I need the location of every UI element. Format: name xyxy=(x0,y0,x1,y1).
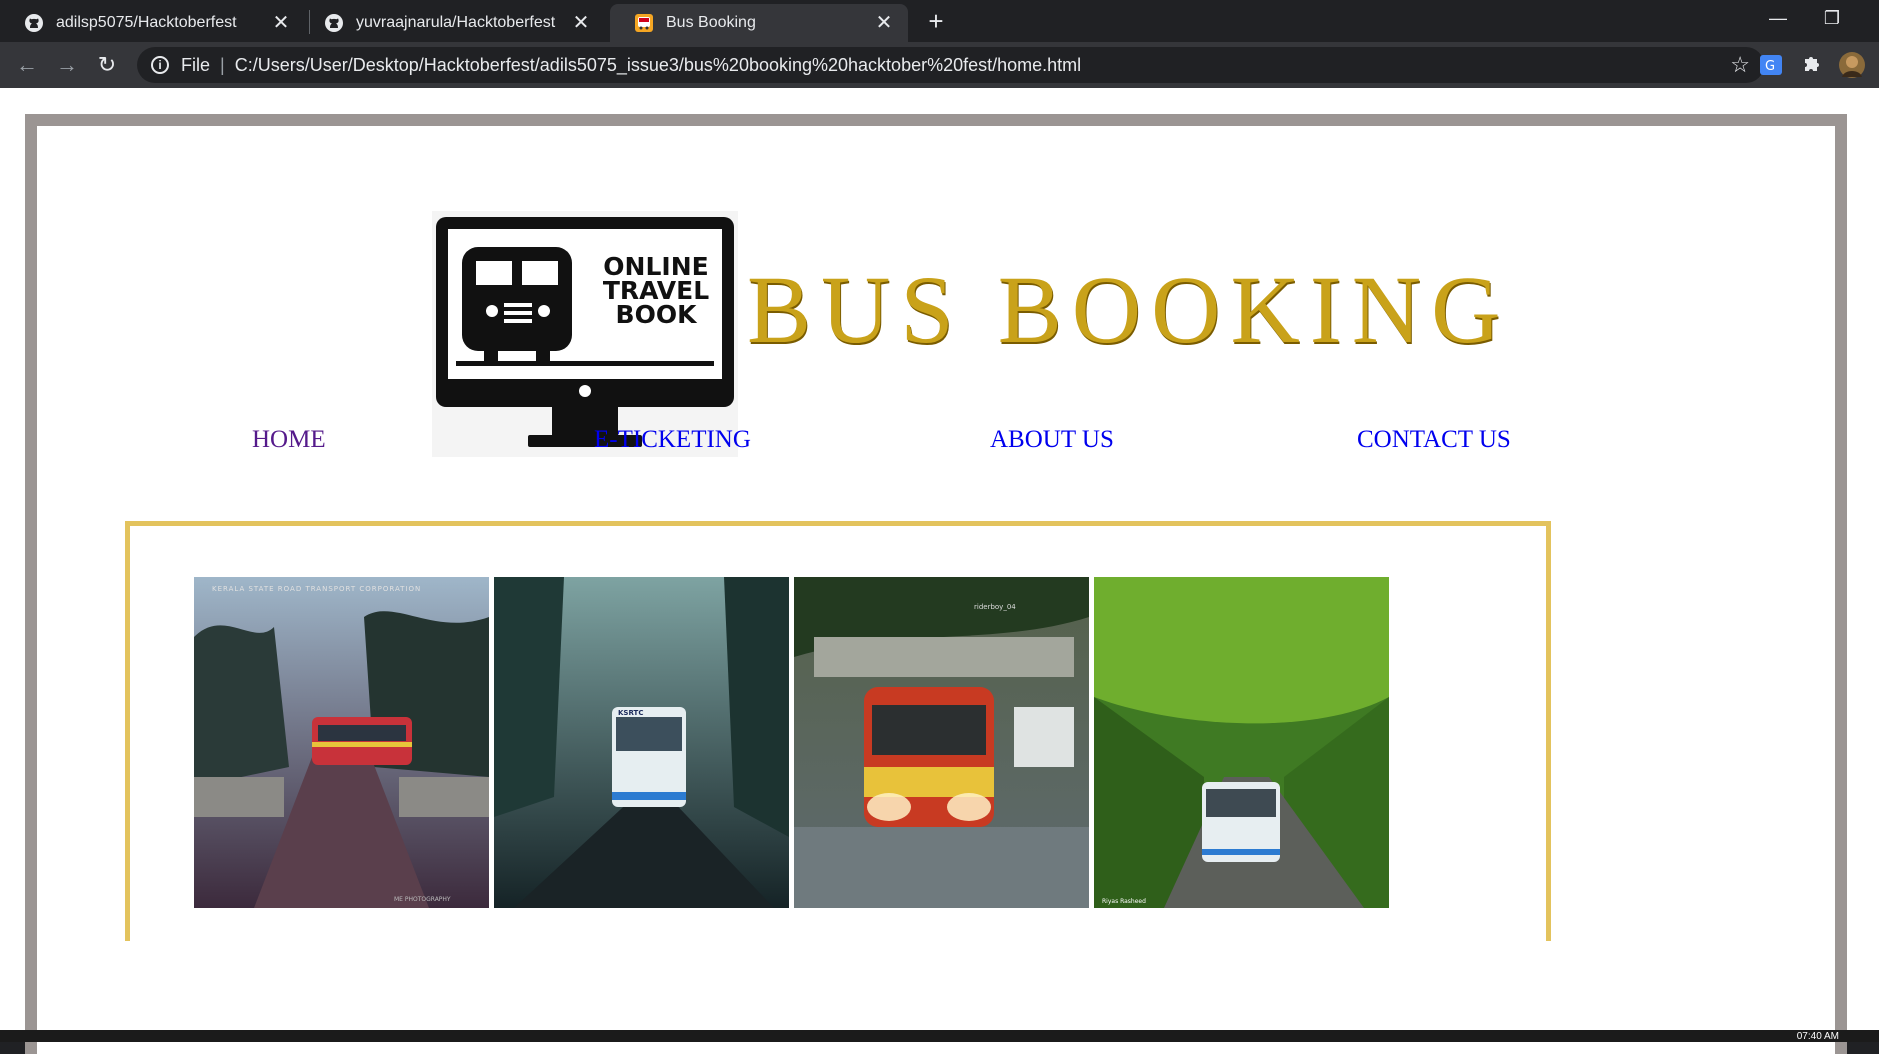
restore-button[interactable]: ❐ xyxy=(1812,4,1852,32)
online-travel-book-logo: ONLINE TRAVEL BOOK xyxy=(432,211,738,457)
address-separator: | xyxy=(220,54,225,75)
gallery-photo: riderboy_04 xyxy=(794,577,1089,908)
tab-yuvraajnarula[interactable]: yuvraajnarula/Hacktoberfest ✕ xyxy=(300,4,605,42)
photo-credit: riderboy_04 xyxy=(974,603,1016,611)
reload-icon[interactable]: ↻ xyxy=(92,50,122,80)
nav-link-home[interactable]: HOME xyxy=(252,426,326,454)
translate-extension-icon[interactable]: G xyxy=(1757,51,1785,79)
forward-arrow-icon[interactable]: → xyxy=(52,50,82,80)
nav-link-e-ticketing[interactable]: E-TICKETING xyxy=(594,426,751,454)
page-viewport: ONLINE TRAVEL BOOK BUS BOOKING HOME E-TI… xyxy=(0,88,1879,1054)
gallery-photo: KERALA STATE ROAD TRANSPORT CORPORATION … xyxy=(194,577,489,908)
back-arrow-icon[interactable]: ← xyxy=(12,50,42,80)
browser-tab-strip: adilsp5075/Hacktoberfest ✕ yuvraajnarula… xyxy=(0,0,1879,42)
nav-link-about-us[interactable]: ABOUT US xyxy=(990,426,1114,454)
photo-credit: Riyas Rasheed xyxy=(1102,898,1146,905)
profile-avatar[interactable] xyxy=(1838,51,1866,79)
tab-title: Bus Booking xyxy=(666,14,756,31)
brand-title: BUS BOOKING xyxy=(747,256,1511,363)
new-tab-button[interactable]: + xyxy=(922,7,950,35)
tab-bus-booking[interactable]: Bus Booking ✕ xyxy=(610,4,908,42)
windows-taskbar xyxy=(0,1030,1879,1042)
tab-adilsp5075[interactable]: adilsp5075/Hacktoberfest ✕ xyxy=(0,4,305,42)
github-icon xyxy=(24,13,44,33)
gallery-photo: Riyas Rasheed xyxy=(1094,577,1389,908)
tab-title: yuvraajnarula/Hacktoberfest xyxy=(356,14,556,31)
svg-text:G: G xyxy=(1765,59,1775,74)
bookmark-star-icon[interactable]: ☆ xyxy=(1730,52,1750,78)
info-icon[interactable]: i xyxy=(151,56,169,74)
logo-text-line: BOOK xyxy=(615,300,697,329)
close-tab-icon[interactable]: ✕ xyxy=(571,13,591,33)
bus-label: KSRTC xyxy=(618,709,643,717)
github-icon xyxy=(324,13,344,33)
photo-credit: ME PHOTOGRAPHY xyxy=(394,896,451,903)
browser-toolbar: ← → ↻ i File | C:/Users/User/Desktop/Hac… xyxy=(0,42,1879,88)
close-tab-icon[interactable]: ✕ xyxy=(271,13,291,33)
photo-caption: KERALA STATE ROAD TRANSPORT CORPORATION xyxy=(212,585,421,593)
address-bar[interactable]: i File | C:/Users/User/Desktop/Hacktober… xyxy=(137,47,1764,83)
logo-text: ONLINE TRAVEL BOOK xyxy=(596,254,716,329)
puzzle-extensions-icon[interactable] xyxy=(1797,51,1825,79)
bus-gallery: KERALA STATE ROAD TRANSPORT CORPORATION … xyxy=(125,521,1551,941)
url-text[interactable]: C:/Users/User/Desktop/Hacktoberfest/adil… xyxy=(235,55,1081,76)
bus-favicon-icon xyxy=(634,13,654,33)
tab-title: adilsp5075/Hacktoberfest xyxy=(56,14,237,31)
minimize-button[interactable]: — xyxy=(1758,4,1798,32)
taskbar-clock: 07:40 AM xyxy=(1796,1031,1839,1042)
close-tab-icon[interactable]: ✕ xyxy=(874,13,894,33)
scheme-label: File xyxy=(181,54,211,75)
nav-link-contact-us[interactable]: CONTACT US xyxy=(1357,426,1511,454)
gallery-photo: KSRTC xyxy=(494,577,789,908)
